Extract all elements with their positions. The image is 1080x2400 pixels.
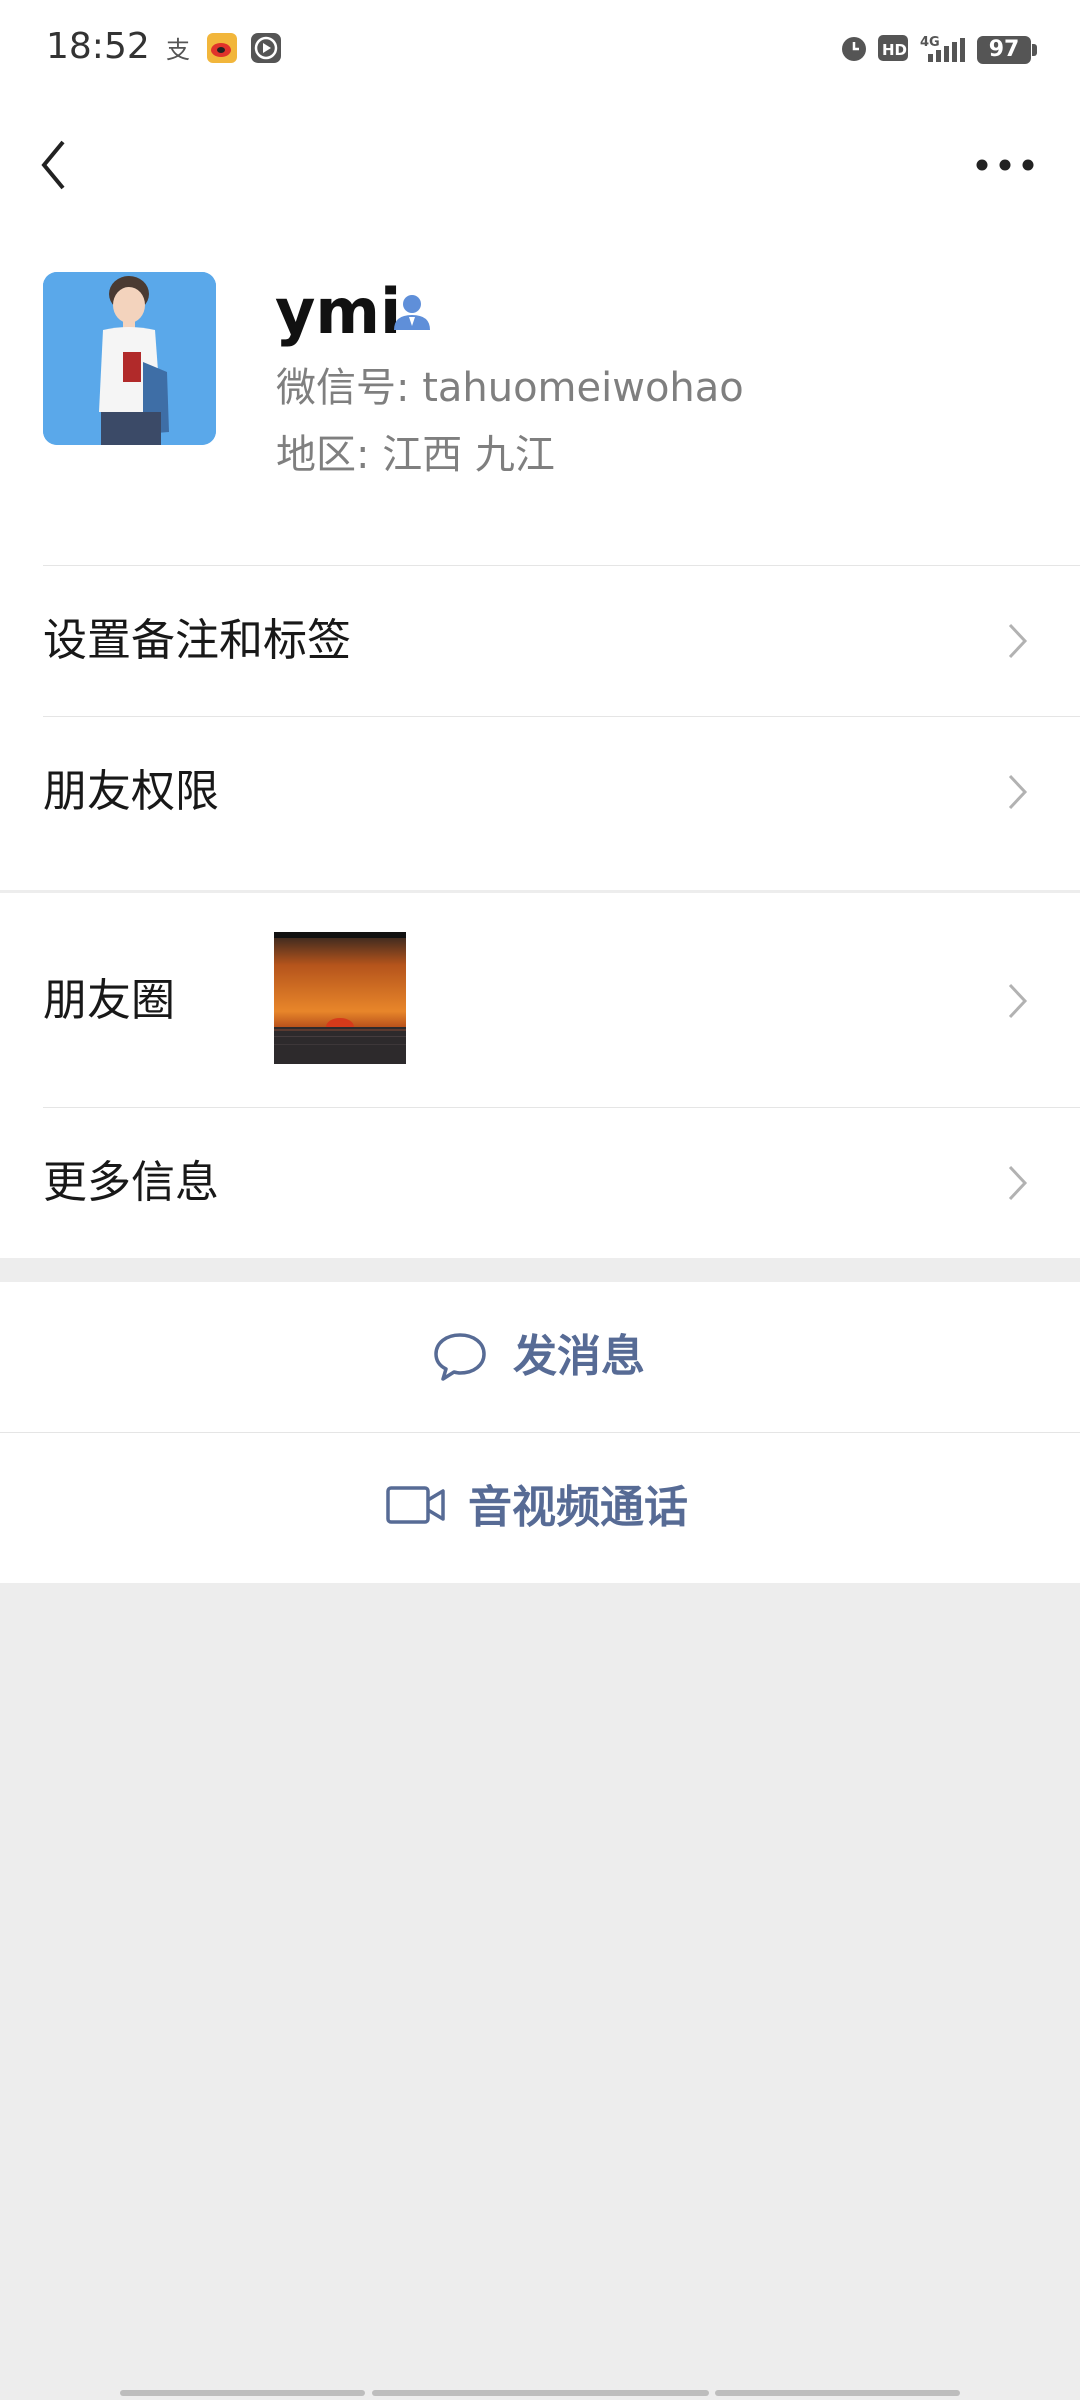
avatar[interactable] bbox=[43, 272, 216, 445]
friend-permissions-label: 朋友权限 bbox=[43, 766, 219, 817]
svg-text:支: 支 bbox=[166, 36, 190, 64]
battery-indicator: 97 bbox=[977, 36, 1031, 64]
friend-permissions-row[interactable]: 朋友权限 bbox=[0, 717, 1080, 867]
profile-name: ymi bbox=[275, 275, 402, 348]
alipay-icon: 支 bbox=[166, 36, 190, 64]
moments-thumbnail-sunset[interactable] bbox=[274, 932, 406, 1064]
more-info-row[interactable]: 更多信息 bbox=[0, 1108, 1080, 1258]
status-bar: 18:52 支 HD 4G 97 bbox=[0, 0, 1080, 100]
more-info-label: 更多信息 bbox=[43, 1157, 219, 1208]
video-camera-icon bbox=[386, 1486, 445, 1524]
alarm-icon bbox=[842, 37, 866, 61]
moments-label: 朋友圈 bbox=[43, 975, 175, 1026]
av-call-button[interactable]: 音视频通话 bbox=[0, 1433, 1080, 1583]
remark-tags-row[interactable]: 设置备注和标签 bbox=[0, 566, 1080, 716]
video-player-icon bbox=[251, 33, 281, 63]
4g-signal-icon: 4G bbox=[920, 35, 965, 62]
battery-tip bbox=[1032, 44, 1037, 56]
svg-text:HD: HD bbox=[882, 41, 907, 59]
send-message-button[interactable]: 发消息 bbox=[0, 1282, 1080, 1432]
more-options-button[interactable] bbox=[970, 140, 1040, 190]
wechat-id: 微信号: tahuomeiwohao bbox=[276, 365, 744, 411]
send-message-label: 发消息 bbox=[513, 1331, 645, 1382]
region: 地区: 江西 九江 bbox=[276, 432, 555, 478]
home-indicator bbox=[715, 2390, 960, 2396]
avatar-illustration bbox=[43, 272, 216, 445]
back-button[interactable] bbox=[30, 130, 80, 200]
status-time: 18:52 bbox=[46, 26, 150, 67]
svg-text:4G: 4G bbox=[920, 35, 940, 50]
contact-person-icon bbox=[394, 295, 430, 330]
remark-tags-label: 设置备注和标签 bbox=[43, 615, 351, 666]
chevron-right-icon bbox=[1008, 623, 1028, 659]
chevron-right-icon bbox=[1008, 983, 1028, 1019]
chat-bubble-icon bbox=[434, 1333, 486, 1381]
home-indicator bbox=[120, 2390, 365, 2396]
home-indicator bbox=[372, 2390, 709, 2396]
chevron-right-icon bbox=[1008, 774, 1028, 810]
hd-icon: HD bbox=[878, 35, 908, 61]
av-call-label: 音视频通话 bbox=[468, 1482, 688, 1533]
weibo-icon bbox=[207, 33, 237, 63]
moments-row[interactable]: 朋友圈 bbox=[0, 893, 1080, 1108]
chevron-right-icon bbox=[1008, 1165, 1028, 1201]
